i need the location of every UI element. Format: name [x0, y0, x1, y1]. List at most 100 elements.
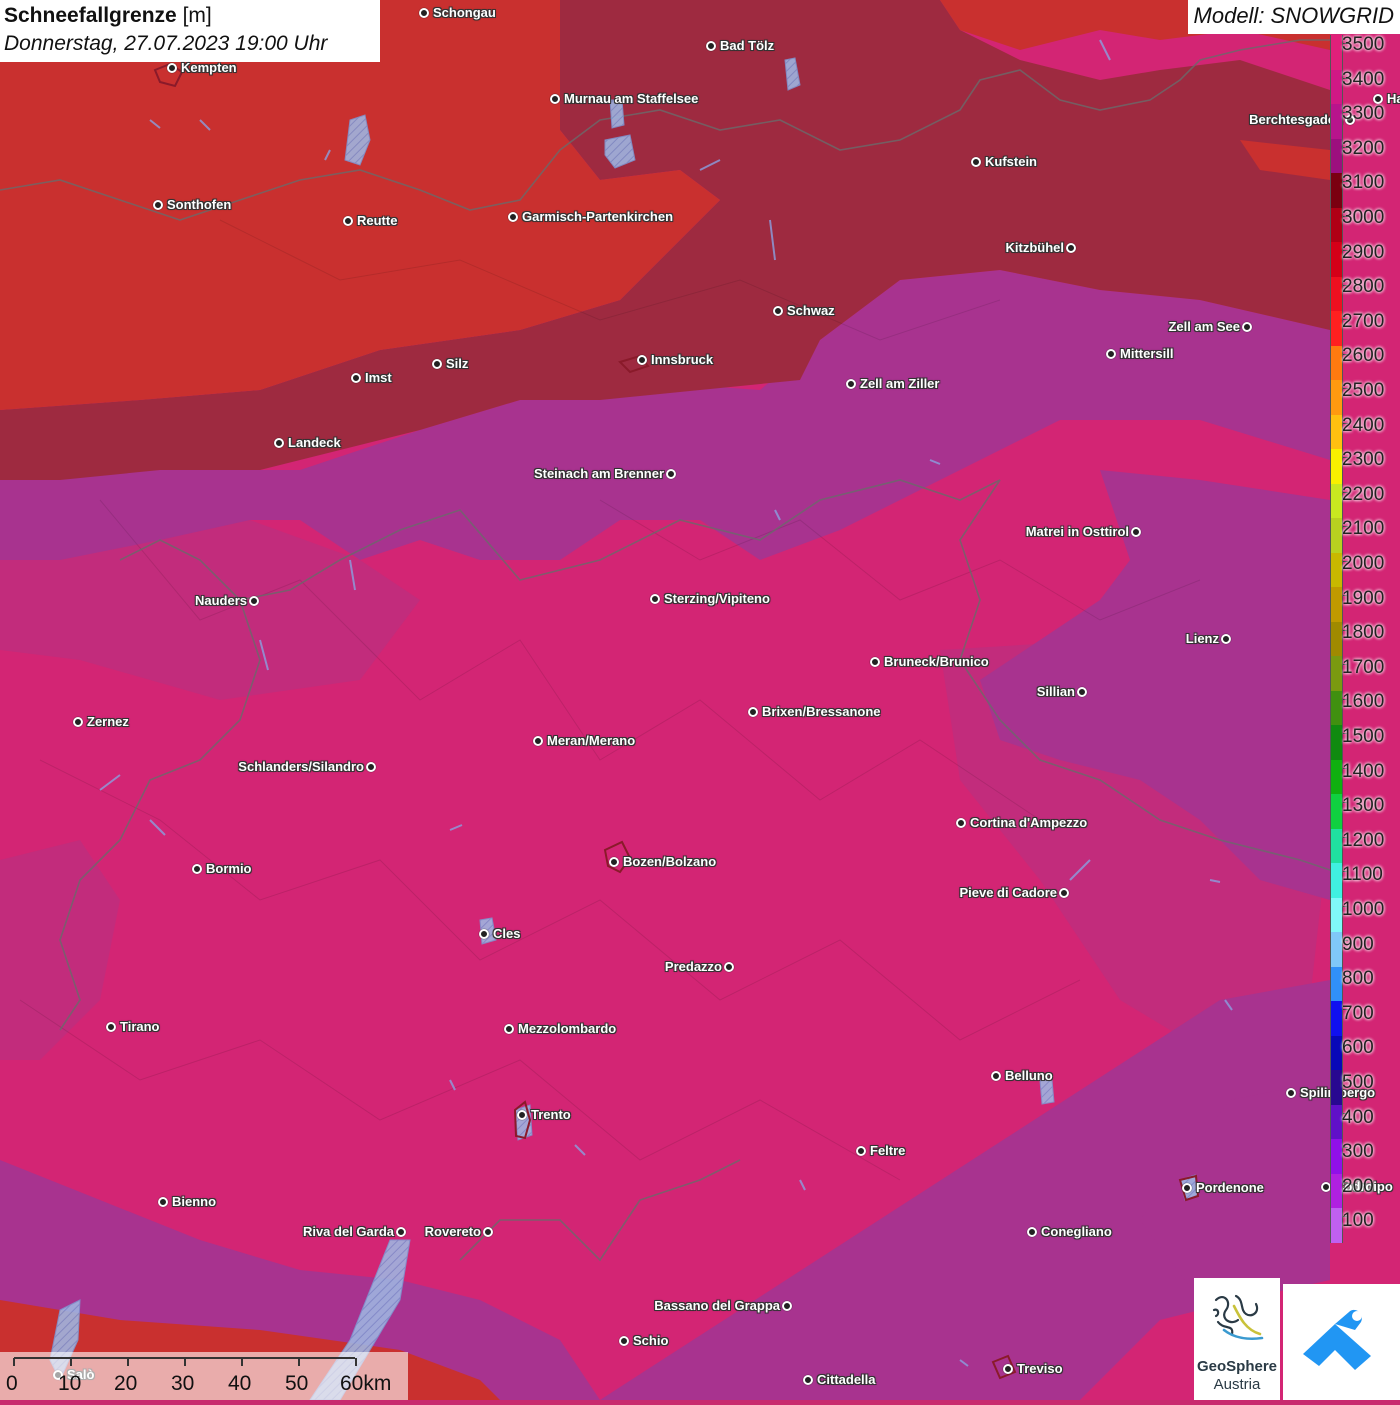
- legend-label: 2500: [1342, 380, 1385, 401]
- legend-label: 1000: [1342, 899, 1385, 920]
- city-marker: [106, 1022, 116, 1032]
- city-label: Zernez: [87, 714, 129, 729]
- city-label: Zell am See: [1168, 319, 1240, 334]
- geosphere-logo-line2: Austria: [1213, 1376, 1261, 1393]
- city-marker: [167, 63, 177, 73]
- city-marker: [1242, 322, 1252, 332]
- city-marker: [856, 1146, 866, 1156]
- city-marker: [274, 438, 284, 448]
- city-label: Steinach am Brenner: [533, 466, 664, 481]
- city-marker: [351, 373, 361, 383]
- city-label: Trento: [531, 1107, 571, 1122]
- city-marker: [517, 1110, 527, 1120]
- city-label: Nauders: [194, 593, 247, 608]
- city-marker: [153, 200, 163, 210]
- city-marker: [706, 41, 716, 51]
- model-label: Modell: SNOWGRID: [1187, 0, 1400, 34]
- city-marker: [803, 1375, 813, 1385]
- scale-bar: 0 10 20 30 40 50 60km: [0, 1352, 408, 1400]
- legend-label: 100: [1342, 1210, 1374, 1232]
- legend-label: 3200: [1342, 137, 1385, 159]
- city-label: Sonthofen: [167, 197, 232, 212]
- city-label: Landeck: [288, 435, 341, 450]
- city-marker: [650, 594, 660, 604]
- city-label: Meran/Merano: [547, 733, 636, 748]
- legend-label: 1400: [1342, 760, 1385, 782]
- legend-label: 600: [1342, 1037, 1374, 1059]
- legend-label: 2300: [1342, 449, 1385, 471]
- geosphere-logo-icon: [1212, 1294, 1264, 1341]
- city-label: Tirano: [120, 1019, 160, 1034]
- legend-label: 400: [1342, 1106, 1374, 1128]
- map-date: Donnerstag, 27.07.2023 19:00 Uhr: [4, 32, 328, 55]
- city-label: Feltre: [870, 1143, 906, 1158]
- city-marker: [846, 379, 856, 389]
- city-marker: [1066, 243, 1076, 253]
- scale-label: 0: [6, 1372, 18, 1395]
- city-marker: [432, 359, 442, 369]
- snowgrid-logo-icon: [1303, 1309, 1371, 1370]
- city-label: Sterzing/Vipiteno: [664, 591, 770, 606]
- city-marker: [73, 717, 83, 727]
- city-marker: [773, 306, 783, 316]
- legend-label: 2900: [1342, 241, 1385, 263]
- scale-label: 60km: [340, 1372, 392, 1395]
- legend-label: 1900: [1342, 587, 1385, 609]
- city-marker: [971, 157, 981, 167]
- legend-label: 1300: [1342, 795, 1385, 817]
- scale-label: 40: [228, 1372, 252, 1395]
- city-marker: [1003, 1364, 1013, 1374]
- geosphere-logo-line1: GeoSphere: [1196, 1358, 1278, 1375]
- title-main: Schneefallgrenze: [4, 4, 177, 27]
- city-marker: [619, 1336, 629, 1346]
- city-marker: [366, 762, 376, 772]
- city-label: Kempten: [181, 60, 237, 75]
- city-label: Schwaz: [787, 303, 835, 318]
- city-label: Silz: [446, 356, 469, 371]
- city-label: Mittersill: [1120, 346, 1174, 361]
- legend-label: 1200: [1342, 829, 1385, 851]
- city-label: Mezzolombardo: [518, 1021, 617, 1036]
- legend-label: 1600: [1342, 691, 1385, 713]
- city-marker: [504, 1024, 514, 1034]
- city-label: Conegliano: [1041, 1224, 1112, 1239]
- city-label: Pieve di Cadore: [959, 885, 1057, 900]
- legend-label: 300: [1342, 1141, 1374, 1163]
- city-label: Lienz: [1185, 631, 1219, 646]
- city-label: Predazzo: [664, 959, 722, 974]
- city-label: Rovereto: [424, 1224, 481, 1239]
- city-marker: [550, 94, 560, 104]
- city-label: Treviso: [1017, 1361, 1063, 1376]
- snowgrid-logo: [1283, 1284, 1400, 1400]
- city-marker: [158, 1197, 168, 1207]
- legend-label: 800: [1342, 968, 1374, 990]
- legend-label: 3400: [1342, 68, 1385, 90]
- city-label: Zell am Ziller: [860, 376, 940, 391]
- city-marker: [609, 857, 619, 867]
- legend-label: 2100: [1342, 518, 1385, 540]
- city-label: Matrei in Osttirol: [1025, 524, 1129, 539]
- city-label: Kitzbühel: [1005, 240, 1065, 255]
- city-marker: [991, 1071, 1001, 1081]
- city-marker: [782, 1301, 792, 1311]
- legend-label: 200: [1342, 1175, 1374, 1197]
- city-marker: [396, 1227, 406, 1237]
- legend-label: 500: [1342, 1072, 1374, 1093]
- city-marker: [533, 736, 543, 746]
- city-marker: [483, 1227, 493, 1237]
- city-label: Murnau am Staffelsee: [564, 91, 699, 106]
- city-marker: [479, 929, 489, 939]
- city-marker: [1077, 687, 1087, 697]
- city-label: Riva del Garda: [302, 1224, 394, 1239]
- city-label: Schlanders/Silandro: [238, 759, 364, 774]
- city-marker: [249, 596, 259, 606]
- city-label: Pordenone: [1196, 1180, 1264, 1195]
- city-label: Schongau: [433, 5, 496, 20]
- city-label: Bienno: [172, 1194, 217, 1209]
- city-marker: [1286, 1088, 1296, 1098]
- city-label: Reutte: [357, 213, 398, 228]
- city-marker: [724, 962, 734, 972]
- legend-label: 3100: [1342, 172, 1385, 194]
- city-label: Bozen/Bolzano: [623, 854, 717, 869]
- scale-label: 20: [114, 1372, 138, 1395]
